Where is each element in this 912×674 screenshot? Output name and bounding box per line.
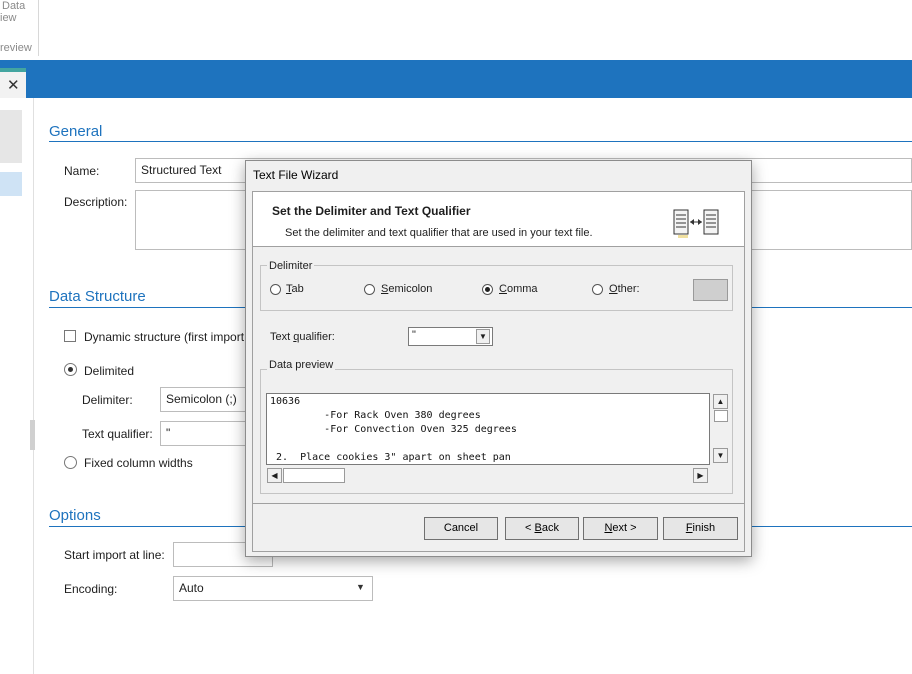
delimiter-group-label: Delimiter bbox=[267, 260, 315, 272]
preview-line: 10636 bbox=[270, 396, 301, 407]
qualifier-dropdown-arrow-icon[interactable]: ▼ bbox=[476, 329, 490, 344]
wizard-text-qualifier-value: " bbox=[412, 329, 416, 341]
start-import-label: Start import at line: bbox=[64, 548, 165, 562]
finish-button[interactable]: Finish bbox=[663, 517, 738, 540]
other-radio-label: Other: bbox=[609, 283, 640, 295]
button-bar-separator bbox=[252, 503, 745, 504]
text-qualifier-label: Text qualifier: bbox=[82, 427, 153, 441]
description-label: Description: bbox=[64, 195, 128, 209]
dialog-title: Text File Wizard bbox=[253, 168, 339, 182]
semicolon-radio[interactable] bbox=[364, 284, 375, 295]
delimited-label: Delimited bbox=[84, 364, 135, 378]
pane-divider bbox=[33, 98, 34, 674]
preview-line: 2. Place cookies 3" apart on sheet pan bbox=[270, 452, 511, 463]
dynamic-structure-checkbox[interactable] bbox=[64, 330, 76, 342]
fixed-column-widths-radio[interactable] bbox=[64, 456, 77, 469]
delimited-radio[interactable] bbox=[64, 363, 77, 376]
wizard-header: Set the Delimiter and Text Qualifier Set… bbox=[252, 191, 745, 247]
tab-radio-label: Tab bbox=[286, 283, 304, 295]
delimiter-group bbox=[260, 265, 733, 311]
preview-line: -For Convection Oven 325 degrees bbox=[270, 424, 517, 435]
preview-line: -For Rack Oven 380 degrees bbox=[270, 410, 481, 421]
scroll-right-arrow-icon[interactable]: ▶ bbox=[693, 468, 708, 483]
left-navigation-pane bbox=[0, 110, 22, 163]
horizontal-scroll-thumb[interactable] bbox=[283, 468, 345, 483]
dynamic-structure-label: Dynamic structure (first import bbox=[84, 330, 245, 344]
cancel-button[interactable]: Cancel bbox=[424, 517, 498, 540]
ribbon-separator bbox=[38, 0, 39, 56]
delimiter-label: Delimiter: bbox=[82, 393, 133, 407]
document-title-bar bbox=[0, 60, 912, 98]
vertical-scroll-thumb[interactable] bbox=[714, 410, 728, 422]
encoding-label: Encoding: bbox=[64, 582, 118, 596]
other-radio[interactable] bbox=[592, 284, 603, 295]
wizard-subheading: Set the delimiter and text qualifier tha… bbox=[285, 227, 593, 239]
data-structure-section-title: Data Structure bbox=[49, 288, 146, 305]
splitter-handle[interactable] bbox=[30, 420, 35, 450]
encoding-select[interactable]: Auto bbox=[173, 576, 373, 601]
general-section-rule bbox=[49, 141, 912, 142]
name-label: Name: bbox=[64, 164, 100, 178]
ribbon-group-label-2: iew bbox=[0, 12, 17, 24]
wizard-heading: Set the Delimiter and Text Qualifier bbox=[272, 204, 471, 218]
next-button[interactable]: Next > bbox=[583, 517, 658, 540]
comma-radio-label: Comma bbox=[499, 283, 538, 295]
tab-radio[interactable] bbox=[270, 284, 281, 295]
options-section-title: Options bbox=[49, 507, 101, 524]
close-icon[interactable]: ✕ bbox=[7, 76, 20, 94]
chevron-down-icon[interactable]: ▼ bbox=[356, 582, 365, 592]
data-preview-group-label: Data preview bbox=[267, 359, 336, 371]
data-preview-box[interactable]: 10636 -For Rack Oven 380 degrees -For Co… bbox=[266, 393, 710, 465]
ribbon-group-label: Data bbox=[2, 0, 26, 12]
ribbon-group-caption: review bbox=[0, 42, 32, 54]
other-delimiter-input[interactable] bbox=[693, 279, 728, 301]
comma-radio[interactable] bbox=[482, 284, 493, 295]
scroll-down-arrow-icon[interactable]: ▼ bbox=[713, 448, 728, 463]
wizard-text-qualifier-label: Text qualifier: bbox=[270, 331, 335, 343]
columns-split-icon bbox=[673, 208, 719, 238]
encoding-value: Auto bbox=[179, 581, 204, 595]
left-navigation-selected-item[interactable] bbox=[0, 172, 22, 196]
scroll-up-arrow-icon[interactable]: ▲ bbox=[713, 394, 728, 409]
scroll-left-arrow-icon[interactable]: ◀ bbox=[267, 468, 282, 483]
text-file-wizard-dialog: Text File Wizard Set the Delimiter and T… bbox=[245, 160, 752, 557]
general-section-title: General bbox=[49, 123, 103, 140]
semicolon-radio-label: Semicolon bbox=[381, 283, 433, 295]
fixed-column-widths-label: Fixed column widths bbox=[84, 456, 193, 470]
back-button[interactable]: < Back bbox=[505, 517, 579, 540]
